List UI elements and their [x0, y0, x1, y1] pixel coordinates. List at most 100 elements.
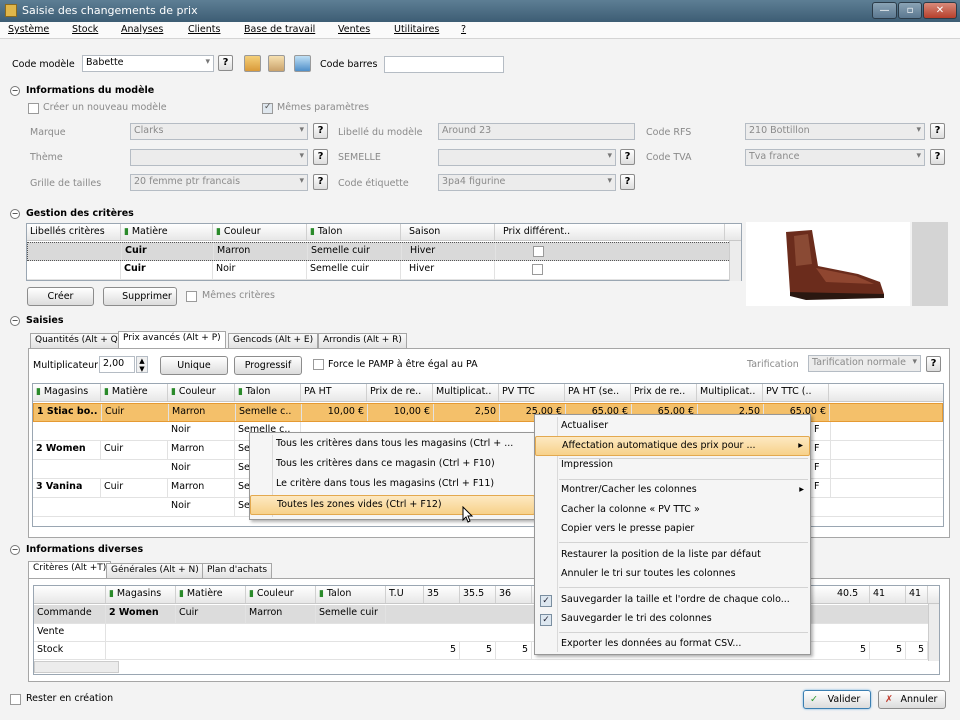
menu-item-annuler-tri[interactable]: Annuler le tri sur toutes les colonnes — [535, 565, 810, 585]
col-header[interactable]: ▮ Talon — [235, 384, 301, 401]
prix-different-checkbox[interactable] — [532, 264, 543, 275]
col-header[interactable]: 35 — [424, 586, 460, 603]
memes-parametres-checkbox[interactable] — [262, 102, 273, 114]
menu-item-affectation[interactable]: Affectation automatique des prix pour ..… — [535, 436, 810, 456]
creer-modele-checkbox[interactable] — [28, 103, 39, 114]
collapse-icon[interactable]: − — [10, 316, 20, 326]
col-header[interactable]: Prix de re.. — [631, 384, 697, 401]
col-header[interactable]: ▮ Couleur — [168, 384, 235, 401]
code-rfs-help-button[interactable]: ? — [930, 123, 945, 139]
col-header[interactable]: Multiplicat.. — [697, 384, 763, 401]
collapse-icon[interactable]: − — [10, 545, 20, 555]
col-header[interactable]: Multiplicat.. — [433, 384, 499, 401]
tab-arrondis[interactable]: Arrondis (Alt + R) — [318, 333, 407, 348]
col-header[interactable]: PV TTC (.. — [763, 384, 829, 401]
col-header[interactable]: PA HT — [301, 384, 367, 401]
force-pamp-checkbox[interactable] — [313, 359, 324, 370]
maximize-button[interactable]: ▫ — [898, 2, 922, 19]
etiquette-help-button[interactable]: ? — [620, 174, 635, 190]
col-header[interactable]: 40.5 — [834, 586, 870, 603]
semelle-select[interactable] — [438, 149, 616, 166]
tab-generales[interactable]: Générales (Alt + N) — [106, 563, 204, 578]
table-row[interactable]: Cuir Noir Semelle cuir Hiver — [27, 261, 741, 280]
libelle-input[interactable]: Around 23 — [438, 123, 635, 140]
tab-quantites[interactable]: Quantités (Alt + Q) — [30, 333, 127, 348]
col-header[interactable]: Libellés critères — [27, 224, 121, 240]
memes-criteres-checkbox[interactable] — [186, 291, 197, 302]
col-header[interactable]: ▮ Matière — [121, 224, 213, 240]
col-header[interactable]: ▮ Magasins — [33, 384, 101, 401]
col-header[interactable]: ▮ Couleur — [246, 586, 316, 603]
etiquette-select[interactable]: 3pa4 figurine — [438, 174, 616, 191]
menu-base-de-travail[interactable]: Base de travail — [244, 24, 315, 35]
collapse-icon[interactable]: − — [10, 86, 20, 96]
multiplicateur-input[interactable]: 2,00 — [99, 356, 135, 373]
tab-plan-achats[interactable]: Plan d'achats — [202, 563, 273, 578]
code-modele-help-button[interactable]: ? — [218, 55, 233, 71]
theme-help-button[interactable]: ? — [313, 149, 328, 165]
code-tva-help-button[interactable]: ? — [930, 149, 945, 165]
col-header[interactable]: PA HT (se.. — [565, 384, 631, 401]
theme-select[interactable] — [130, 149, 308, 166]
tab-prix-avances[interactable]: Prix avancés (Alt + P) — [118, 331, 226, 348]
menu-item-exporter-csv[interactable]: Exporter les données au format CSV... — [535, 635, 810, 655]
refresh-icon[interactable] — [294, 55, 311, 72]
menu-stock[interactable]: Stock — [72, 24, 98, 35]
code-rfs-select[interactable]: 210 Bottillon — [745, 123, 925, 140]
menu-item-impression[interactable]: Impression — [535, 456, 810, 476]
code-tva-select[interactable]: Tva france — [745, 149, 925, 166]
menu-ventes[interactable]: Ventes — [338, 24, 370, 35]
col-header[interactable]: Saison — [401, 224, 495, 240]
folder-icon[interactable] — [244, 55, 261, 72]
supprimer-button[interactable]: Supprimer — [103, 287, 177, 306]
menu-analyses[interactable]: Analyses — [121, 24, 163, 35]
user-icon[interactable] — [268, 55, 285, 72]
marque-help-button[interactable]: ? — [313, 123, 328, 139]
col-header[interactable]: 41 — [870, 586, 906, 603]
col-header[interactable]: ▮ Matière — [176, 586, 246, 603]
menu-utilitaires[interactable]: Utilitaires — [394, 24, 439, 35]
submenu-item[interactable]: Le critère dans tous les magasins (Ctrl … — [250, 475, 535, 495]
tarification-help-button[interactable]: ? — [926, 356, 941, 372]
menu-item-copier[interactable]: Copier vers le presse papier — [535, 520, 810, 540]
col-header[interactable]: Prix de re.. — [367, 384, 433, 401]
scrollbar[interactable] — [928, 604, 939, 661]
col-header[interactable]: 35.5 — [460, 586, 496, 603]
annuler-button[interactable]: ✗ Annuler — [878, 690, 946, 709]
creer-button[interactable]: Créer — [27, 287, 94, 306]
menu-clients[interactable]: Clients — [188, 24, 220, 35]
prix-different-checkbox[interactable] — [533, 246, 544, 257]
grille-select[interactable]: 20 femme ptr francais — [130, 174, 308, 191]
col-header[interactable]: ▮ Couleur — [213, 224, 307, 240]
marque-select[interactable]: Clarks — [130, 123, 308, 140]
unique-button[interactable]: Unique — [160, 356, 228, 375]
col-header[interactable]: ▮ Talon — [316, 586, 386, 603]
menu-item-restaurer[interactable]: Restaurer la position de la liste par dé… — [535, 546, 810, 566]
col-header[interactable]: Prix différent.. — [495, 224, 725, 240]
valider-button[interactable]: ✓ Valider — [803, 690, 871, 709]
tab-gencods[interactable]: Gencods (Alt + E) — [228, 333, 319, 348]
menu-item-actualiser[interactable]: Actualiser — [535, 417, 810, 437]
menu-help[interactable]: ? — [461, 24, 466, 35]
progressif-button[interactable]: Progressif — [234, 356, 302, 375]
collapse-icon[interactable]: − — [10, 209, 20, 219]
submenu-item[interactable]: Tous les critères dans ce magasin (Ctrl … — [250, 455, 535, 475]
minimize-button[interactable]: — — [872, 2, 897, 19]
tarification-select[interactable]: Tarification normale — [808, 355, 921, 372]
col-header[interactable]: ▮ Talon — [307, 224, 401, 240]
menu-item-sauvegarder-tri[interactable]: ✓ Sauvegarder le tri des colonnes — [535, 610, 810, 630]
grille-help-button[interactable]: ? — [313, 174, 328, 190]
menu-item-sauvegarder-taille[interactable]: ✓ Sauvegarder la taille et l'ordre de cha… — [535, 591, 810, 611]
code-modele-select[interactable]: Babette — [82, 55, 214, 72]
col-header[interactable]: ▮ Magasins — [106, 586, 176, 603]
col-header[interactable]: PV TTC — [499, 384, 565, 401]
horizontal-scrollbar[interactable] — [34, 661, 119, 673]
tab-criteres[interactable]: Critères (Alt +T) — [28, 561, 112, 578]
table-row[interactable]: Cuir Marron Semelle cuir Hiver — [27, 242, 741, 261]
col-header[interactable]: T.U — [386, 586, 424, 603]
rester-creation-checkbox[interactable] — [10, 694, 21, 705]
submenu-item[interactable]: Tous les critères dans tous les magasins… — [250, 435, 535, 455]
col-header[interactable]: ▮ Matière — [101, 384, 168, 401]
submenu-item-toutes-zones-vides[interactable]: Toutes les zones vides (Ctrl + F12) — [250, 495, 535, 515]
multiplicateur-spinner[interactable]: ▲ ▼ — [136, 356, 148, 373]
